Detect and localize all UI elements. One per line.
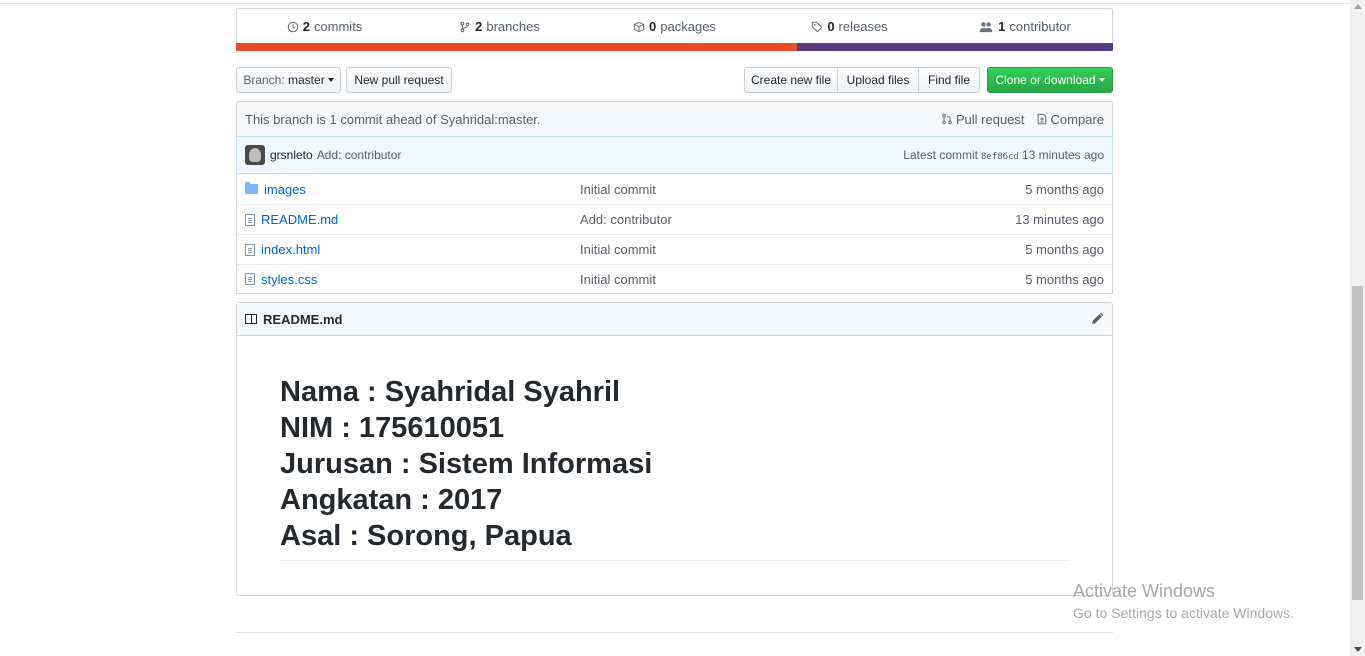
readme-box: README.md Nama : Syahridal Syahril NIM :… <box>236 302 1113 596</box>
language-bar[interactable] <box>236 43 1113 51</box>
commits-link[interactable]: 2 commits <box>237 19 412 34</box>
file-age: 5 months ago <box>1025 242 1104 257</box>
commits-count: 2 <box>302 19 310 34</box>
file-link[interactable]: README.md <box>261 212 338 227</box>
branch-name: master <box>288 73 325 87</box>
scrollbar-thumb[interactable] <box>1352 286 1363 600</box>
packages-link[interactable]: 0 packages <box>587 19 762 34</box>
file-icon <box>245 273 255 285</box>
find-file-button[interactable]: Find file <box>918 67 980 93</box>
scroll-down-arrow-icon[interactable] <box>1354 647 1362 652</box>
file-link[interactable]: images <box>264 182 306 197</box>
activate-windows-watermark: Activate Windows Go to Settings to activ… <box>1073 580 1294 624</box>
readme-heading-line: NIM : 175610051 <box>280 412 505 444</box>
avatar[interactable] <box>245 145 265 165</box>
package-icon <box>633 21 645 32</box>
new-pull-request-button[interactable]: New pull request <box>346 67 452 93</box>
git-pull-request-icon <box>942 113 952 125</box>
file-age: 13 minutes ago <box>1015 212 1104 227</box>
book-icon <box>245 314 257 324</box>
packages-label: packages <box>660 19 716 34</box>
folder-icon <box>245 182 258 194</box>
people-icon <box>979 21 993 32</box>
compare-label: Compare <box>1050 111 1104 127</box>
commit-age: 13 minutes ago <box>1021 148 1104 162</box>
commit-message[interactable]: Add: contributor <box>317 148 402 162</box>
releases-link[interactable]: 0 releases <box>762 19 937 34</box>
readme-header: README.md <box>237 303 1112 336</box>
branches-count: 2 <box>475 19 483 34</box>
latest-commit-info: Latest commit 8ef86cd 13 minutes ago <box>903 148 1104 162</box>
watermark-title: Activate Windows <box>1073 581 1216 601</box>
branch-infobar: This branch is 1 commit ahead of Syahrid… <box>236 101 1113 136</box>
file-navigation: Branch: master New pull request Create n… <box>236 67 1113 93</box>
pull-request-link[interactable]: Pull request <box>941 112 1025 127</box>
file-link[interactable]: styles.css <box>261 272 317 287</box>
language-bar-segment[interactable] <box>797 43 1113 51</box>
readme-heading-line: Jurusan : Sistem Informasi <box>280 448 653 480</box>
file-link[interactable]: index.html <box>261 242 320 257</box>
branch-icon <box>460 21 470 32</box>
branch-prefix: Branch: <box>243 73 285 87</box>
file-name-cell: styles.css <box>245 272 580 287</box>
branch-status-text: This branch is 1 commit ahead of Syahrid… <box>245 111 541 127</box>
contributors-label: contributor <box>1009 19 1071 34</box>
file-row: README.md Add: contributor 13 minutes ag… <box>237 204 1112 234</box>
contributors-link[interactable]: 1 contributor <box>937 19 1112 34</box>
clone-or-download-button[interactable]: Clone or download <box>987 67 1113 93</box>
latest-commit-bar: grsnleto Add: contributor Latest commit … <box>236 136 1113 174</box>
commit-sha-link[interactable]: 8ef86cd <box>981 152 1019 162</box>
commit-author[interactable]: grsnleto <box>270 148 313 162</box>
commits-label: commits <box>313 19 363 34</box>
branch-select-button[interactable]: Branch: master <box>236 67 341 93</box>
file-commit-message[interactable]: Initial commit <box>580 242 1025 257</box>
diff-icon <box>1037 113 1046 125</box>
clone-or-download-label: Clone or download <box>995 73 1096 87</box>
file-row: index.html Initial commit 5 months ago <box>237 234 1112 264</box>
file-name-cell: README.md <box>245 212 580 227</box>
latest-commit-label: Latest commit <box>903 148 978 162</box>
heading-divider <box>280 560 1070 561</box>
caret-down-icon <box>1098 78 1105 82</box>
file-row: styles.css Initial commit 5 months ago <box>237 264 1112 293</box>
file-age: 5 months ago <box>1025 271 1104 287</box>
packages-count: 0 <box>649 19 657 34</box>
pull-request-label: Pull request <box>955 111 1025 127</box>
file-age: 5 months ago <box>1025 181 1104 197</box>
file-commit-message[interactable]: Add: contributor <box>580 212 1015 227</box>
contributors-count: 1 <box>998 19 1006 34</box>
file-icon <box>245 213 255 226</box>
file-row: images Initial commit 5 months ago <box>237 174 1112 204</box>
caret-down-icon <box>327 78 334 82</box>
compare-link[interactable]: Compare <box>1036 112 1104 127</box>
history-icon <box>287 21 298 32</box>
language-bar-segment[interactable] <box>236 43 798 51</box>
file-icon <box>245 243 255 256</box>
file-commit-message[interactable]: Initial commit <box>580 272 1025 287</box>
footer-divider <box>236 632 1113 633</box>
file-list: images Initial commit 5 months ago READM… <box>236 174 1113 294</box>
readme-content: Nama : Syahridal Syahril NIM : 175610051… <box>237 336 1112 561</box>
pencil-icon[interactable] <box>1090 312 1104 326</box>
releases-count: 0 <box>827 19 835 34</box>
tag-icon <box>812 21 823 32</box>
readme-heading-line: Asal : Sorong, Papua <box>280 520 572 552</box>
releases-label: releases <box>838 19 888 34</box>
upload-files-button[interactable]: Upload files <box>837 67 919 93</box>
top-divider <box>0 0 1350 4</box>
readme-heading-line: Angkatan : 2017 <box>280 484 503 516</box>
readme-title: README.md <box>263 311 343 327</box>
readme-heading-line: Nama : Syahridal Syahril <box>280 376 621 408</box>
create-new-file-button[interactable]: Create new file <box>744 67 838 93</box>
file-name-cell: index.html <box>245 242 580 257</box>
scroll-up-arrow-icon[interactable] <box>1354 4 1362 9</box>
repo-numbers-summary: 2 commits 2 branches 0 packages 0 releas… <box>236 8 1113 51</box>
file-commit-message[interactable]: Initial commit <box>580 182 1025 197</box>
branches-label: branches <box>486 19 540 34</box>
page-scrollbar[interactable] <box>1350 0 1365 656</box>
file-name-cell: images <box>245 182 580 197</box>
watermark-subtitle: Go to Settings to activate Windows. <box>1073 605 1294 621</box>
branches-link[interactable]: 2 branches <box>412 19 587 34</box>
